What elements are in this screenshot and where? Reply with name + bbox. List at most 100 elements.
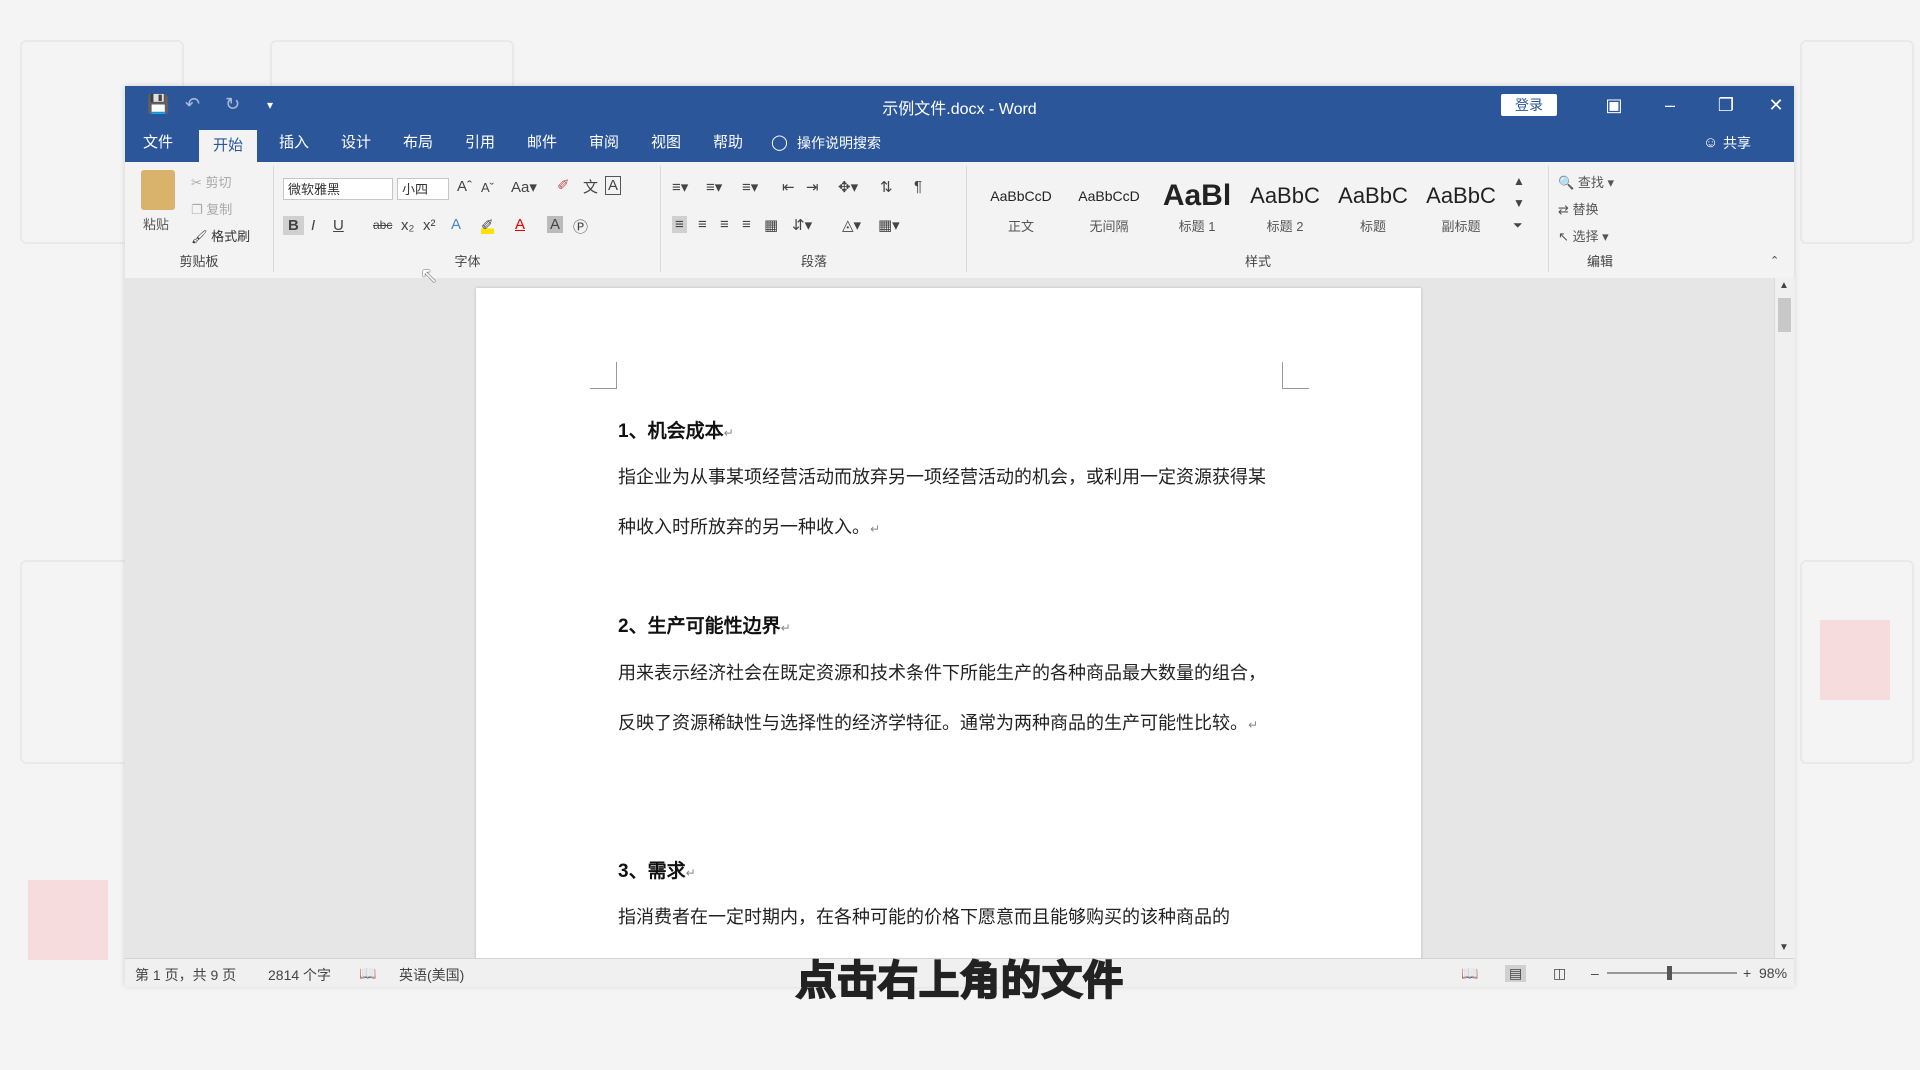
tab-design[interactable]: 设计 — [327, 124, 385, 162]
font-label: 字体 — [454, 254, 481, 269]
style-no-spacing[interactable]: AaBbCcD 无间隔 — [1066, 176, 1152, 240]
chinese-layout-icon[interactable]: ✥▾ — [838, 178, 858, 196]
clipboard-label: 剪贴板 — [179, 254, 219, 269]
font-color-icon[interactable]: A — [515, 216, 525, 233]
tab-layout[interactable]: 布局 — [389, 124, 447, 162]
style-normal[interactable]: AaBbCcD 正文 — [978, 176, 1064, 240]
body-text: 用来表示经济社会在既定资源和技术条件下所能生产的各种商品最大数量的组合，反映了资… — [618, 663, 1266, 733]
multilevel-list-icon[interactable]: ≡▾ — [742, 178, 758, 196]
clear-format-icon[interactable]: ✐ — [557, 176, 570, 194]
tab-insert[interactable]: 插入 — [265, 124, 323, 162]
tab-home[interactable]: 开始 — [199, 130, 258, 162]
format-painter-button[interactable]: 🖌 格式刷 — [191, 226, 250, 245]
tell-me-search[interactable]: 操作说明搜索 — [793, 124, 885, 162]
body-text: 指消费者在一定时期内，在各种可能的价格下愿意而且能够购买的该种商品的 — [618, 907, 1230, 927]
styles-more-icon[interactable]: ⏷ — [1513, 218, 1523, 233]
tab-references[interactable]: 引用 — [451, 124, 509, 162]
cut-button[interactable]: ✂ 剪切 — [191, 172, 232, 191]
bold-icon[interactable]: B — [283, 216, 304, 235]
tab-mailings[interactable]: 邮件 — [513, 124, 571, 162]
style-preview: AaBbC — [1250, 183, 1320, 208]
share-button[interactable]: 共享 — [1719, 124, 1755, 162]
restore-button[interactable]: ❐ — [1706, 92, 1746, 118]
underline-icon[interactable]: U — [333, 217, 344, 234]
sort-icon[interactable]: ⇅ — [880, 178, 893, 196]
phonetic-guide-icon[interactable]: 文 — [583, 176, 598, 197]
heading-text: 1、机会成本 — [618, 421, 724, 442]
scroll-up-icon[interactable]: ▲ — [1779, 280, 1789, 291]
section-heading[interactable]: 2、生产可能性边界↵ — [618, 611, 791, 638]
collapse-ribbon-icon[interactable]: ⌃ — [1770, 254, 1779, 267]
enclose-characters-icon[interactable]: Ⓟ — [573, 216, 588, 237]
numbering-icon[interactable]: ≡▾ — [706, 178, 722, 196]
paragraph-mark-icon: ↵ — [723, 426, 734, 440]
find-button[interactable]: 🔍 查找 ▾ — [1558, 172, 1614, 191]
line-spacing-icon[interactable]: ⇵▾ — [792, 216, 812, 234]
font-size-select[interactable]: 小四 — [397, 178, 449, 200]
section-heading[interactable]: 3、需求↵ — [618, 856, 696, 883]
align-center-icon[interactable]: ≡ — [698, 216, 707, 233]
superscript-icon[interactable]: x² — [423, 217, 436, 234]
shading-icon[interactable]: ◬▾ — [842, 216, 861, 234]
show-marks-icon[interactable]: ¶ — [914, 178, 922, 195]
editing-group: 🔍 查找 ▾ ⇄ 替换 ↖ 选择 ▾ 编辑 — [1550, 166, 1650, 272]
borders-icon[interactable]: ▦▾ — [878, 216, 900, 234]
tab-view[interactable]: 视图 — [637, 124, 695, 162]
ribbon-display-options-icon[interactable]: ▣ — [1594, 92, 1634, 118]
scroll-thumb[interactable] — [1778, 298, 1791, 332]
minimize-button[interactable]: – — [1650, 92, 1690, 118]
strikethrough-icon[interactable]: abc — [373, 218, 392, 232]
style-name: 标题 2 — [1266, 219, 1304, 234]
highlight-icon[interactable]: ✐ — [481, 216, 494, 234]
document-page[interactable]: 1、机会成本↵ 指企业为从事某项经营活动而放弃另一项经营活动的机会，或利用一定资… — [476, 288, 1421, 958]
paste-button[interactable]: 粘贴 — [143, 214, 169, 233]
copy-button[interactable]: ❐ 复制 — [191, 199, 232, 218]
section-body[interactable]: 用来表示经济社会在既定资源和技术条件下所能生产的各种商品最大数量的组合，反映了资… — [618, 648, 1278, 750]
login-button[interactable]: 登录 — [1501, 94, 1557, 116]
character-border-icon[interactable]: A — [605, 176, 622, 195]
character-shading-icon[interactable]: A — [547, 216, 564, 233]
change-case-icon[interactable]: Aa▾ — [511, 178, 537, 196]
cut-label: 剪切 — [205, 175, 232, 190]
tab-help[interactable]: 帮助 — [699, 124, 757, 162]
paragraph-mark-icon: ↵ — [1248, 718, 1259, 732]
align-left-icon[interactable]: ≡ — [672, 216, 687, 233]
paste-icon[interactable] — [141, 170, 175, 210]
font-name-select[interactable]: 微软雅黑 — [283, 178, 393, 200]
margin-corner-left — [590, 362, 617, 389]
grow-font-icon[interactable]: Aˆ — [457, 178, 472, 195]
bullets-icon[interactable]: ≡▾ — [672, 178, 688, 196]
styles-scroll-down-icon[interactable]: ▼ — [1513, 196, 1525, 210]
video-caption: 点击右上角的文件 — [795, 957, 1124, 1005]
section-body[interactable]: 指消费者在一定时期内，在各种可能的价格下愿意而且能够购买的该种商品的 — [618, 892, 1278, 942]
increase-indent-icon[interactable]: ⇥ — [806, 178, 819, 196]
style-title[interactable]: AaBbC 标题 — [1330, 176, 1416, 240]
distributed-icon[interactable]: ▦ — [764, 216, 778, 234]
format-painter-label: 格式刷 — [211, 229, 251, 244]
decrease-indent-icon[interactable]: ⇤ — [782, 178, 795, 196]
style-heading-2[interactable]: AaBbC 标题 2 — [1242, 176, 1328, 240]
section-body[interactable]: 指企业为从事某项经营活动而放弃另一项经营活动的机会，或利用一定资源获得某种收入时… — [618, 452, 1278, 554]
styles-scroll-up-icon[interactable]: ▲ — [1513, 174, 1525, 188]
subscript-icon[interactable]: x₂ — [401, 217, 414, 234]
text-effects-icon[interactable]: A — [451, 216, 461, 233]
tab-file[interactable]: 文件 — [129, 124, 187, 162]
replace-label: 替换 — [1572, 202, 1599, 217]
heading-text: 3、需求 — [618, 861, 686, 882]
shrink-font-icon[interactable]: Aˇ — [481, 180, 494, 195]
close-button[interactable]: ✕ — [1756, 92, 1796, 118]
style-preview: AaBbCcD — [990, 188, 1052, 204]
align-right-icon[interactable]: ≡ — [720, 216, 729, 233]
style-subtitle[interactable]: AaBbC 副标题 — [1418, 176, 1504, 240]
vertical-scrollbar[interactable]: ▲ ▼ — [1774, 278, 1795, 958]
replace-button[interactable]: ⇄ 替换 — [1558, 199, 1599, 218]
italic-icon[interactable]: I — [311, 217, 315, 234]
style-heading-1[interactable]: AaBl 标题 1 — [1154, 176, 1240, 240]
justify-icon[interactable]: ≡ — [742, 216, 751, 233]
section-heading[interactable]: 1、机会成本↵ — [618, 416, 734, 443]
select-button[interactable]: ↖ 选择 ▾ — [1558, 226, 1609, 245]
style-name: 副标题 — [1441, 219, 1481, 234]
editing-label: 编辑 — [1586, 254, 1613, 269]
tab-review[interactable]: 审阅 — [575, 124, 633, 162]
paragraph-mark-icon: ↵ — [780, 621, 791, 635]
